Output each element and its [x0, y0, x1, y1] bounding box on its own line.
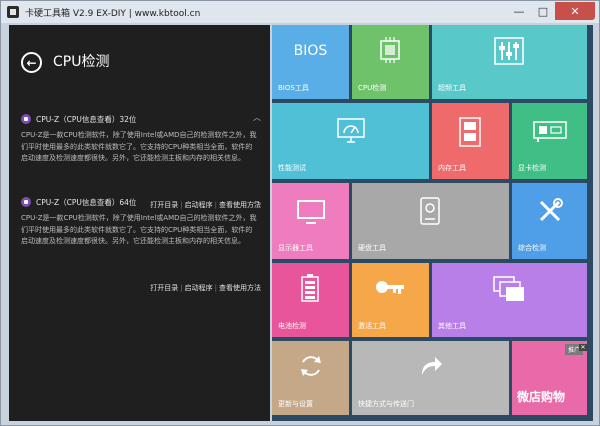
- window-title: 卡硬工具箱 V2.9 EX-DIY | www.kbtool.cn: [25, 8, 201, 19]
- tile-bios[interactable]: BIOS BIOS工具: [272, 25, 349, 99]
- window-controls: — □ ✕: [507, 2, 595, 20]
- sliders-icon: [494, 37, 524, 65]
- tile-overclock[interactable]: 超频工具: [432, 25, 587, 99]
- tile-memory[interactable]: 内存工具: [432, 103, 509, 179]
- tile-label: 其他工具: [438, 322, 466, 330]
- cpu-z-icon: [21, 197, 31, 207]
- bios-icon: BIOS: [293, 43, 328, 59]
- ad-close-button[interactable]: ✕: [579, 344, 587, 351]
- minimize-button[interactable]: —: [507, 2, 531, 20]
- detail-panel: ← CPU检测 CPU-Z（CPU信息查看）32位 ︿ CPU-Z是一款CPU检…: [9, 25, 270, 421]
- app-logo-icon: [7, 6, 19, 18]
- tile-label: 电池检测: [278, 322, 306, 330]
- tile-activation[interactable]: 激活工具: [352, 263, 429, 337]
- view-usage-link[interactable]: 查看使用方法: [219, 284, 261, 292]
- refresh-icon: [298, 353, 324, 379]
- app-window: 卡硬工具箱 V2.9 EX-DIY | www.kbtool.cn — □ ✕ …: [0, 0, 600, 426]
- graphics-card-icon: [532, 119, 568, 143]
- tile-cpu[interactable]: CPU检测: [352, 25, 429, 99]
- tile-gpu[interactable]: 显卡检测: [512, 103, 587, 179]
- chevron-up-icon[interactable]: ︿: [253, 195, 261, 206]
- tile-ad-shop[interactable]: 推广 ✕ 微店购物: [512, 341, 587, 415]
- tile-update-settings[interactable]: 更新与设置: [272, 341, 349, 415]
- tile-label: 综合检测: [518, 244, 546, 252]
- tool-item-header[interactable]: CPU-Z（CPU信息查看）32位 ︿: [21, 112, 261, 126]
- chevron-up-icon[interactable]: ︿: [253, 112, 261, 123]
- tools-icon: [536, 197, 564, 225]
- tool-item-name: CPU-Z（CPU信息查看）32位: [36, 114, 137, 124]
- share-arrow-icon: [418, 353, 444, 379]
- key-icon: [374, 277, 406, 297]
- tile-label: 显卡检测: [518, 164, 546, 172]
- tile-label: 内存工具: [438, 164, 466, 172]
- tile-shortcuts[interactable]: 快捷方式与传送门: [352, 341, 509, 415]
- page-title: CPU检测: [53, 54, 110, 70]
- tool-item-header[interactable]: CPU-Z（CPU信息查看）64位 ︿: [21, 195, 261, 209]
- tile-performance[interactable]: 性能测试: [272, 103, 429, 179]
- open-folder-link[interactable]: 打开目录: [150, 284, 178, 292]
- title-bar[interactable]: 卡硬工具箱 V2.9 EX-DIY | www.kbtool.cn — □ ✕: [1, 1, 599, 23]
- monitor-icon: [296, 199, 326, 225]
- tile-label: 更新与设置: [278, 400, 313, 408]
- windows-stack-icon: [492, 275, 526, 303]
- tile-display[interactable]: 显示器工具: [272, 183, 349, 259]
- tile-label: CPU检测: [358, 84, 387, 92]
- tile-label: 快捷方式与传送门: [358, 400, 414, 408]
- ad-text: 微店购物: [517, 390, 566, 404]
- tool-item-links: 打开目录 | 启动程序 | 查看使用方法: [150, 284, 261, 292]
- tile-label: 硬盘工具: [358, 244, 386, 252]
- tile-label: 显示器工具: [278, 244, 313, 252]
- tool-item-name: CPU-Z（CPU信息查看）64位: [36, 197, 137, 207]
- tile-label: BIOS工具: [278, 84, 309, 92]
- battery-icon: [300, 273, 320, 303]
- tile-battery[interactable]: 电池检测: [272, 263, 349, 337]
- launch-program-link[interactable]: 启动程序: [185, 284, 213, 292]
- tile-label: 激活工具: [358, 322, 386, 330]
- tile-disk[interactable]: 硬盘工具: [352, 183, 509, 259]
- monitor-gauge-icon: [336, 117, 366, 145]
- arrow-left-icon: ←: [26, 55, 37, 70]
- cpu-chip-icon: [377, 37, 403, 63]
- memory-card-icon: [459, 117, 481, 147]
- tile-other-tools[interactable]: 其他工具: [432, 263, 587, 337]
- tool-item-description: CPU-Z是一款CPU检测软件，除了使用Intel或AMD自己的检测软件之外，我…: [21, 214, 257, 245]
- back-button[interactable]: ←: [21, 52, 42, 73]
- tile-label: 超频工具: [438, 84, 466, 92]
- hard-drive-icon: [420, 197, 440, 225]
- tile-diagnostics[interactable]: 综合检测: [512, 183, 587, 259]
- tool-item: CPU-Z（CPU信息查看）64位 ︿ CPU-Z是一款CPU检测软件，除了使用…: [21, 195, 261, 292]
- tool-item: CPU-Z（CPU信息查看）32位 ︿ CPU-Z是一款CPU检测软件，除了使用…: [21, 112, 261, 209]
- cpu-z-icon: [21, 114, 31, 124]
- maximize-button[interactable]: □: [531, 2, 555, 20]
- tile-label: 性能测试: [278, 164, 306, 172]
- tool-tile-grid: BIOS BIOS工具 CPU检测 超频工具 性能测试 内存工具 显卡检测 显示…: [272, 25, 593, 421]
- close-button[interactable]: ✕: [555, 2, 595, 20]
- tool-item-description: CPU-Z是一款CPU检测软件，除了使用Intel或AMD自己的检测软件之外，我…: [21, 131, 257, 162]
